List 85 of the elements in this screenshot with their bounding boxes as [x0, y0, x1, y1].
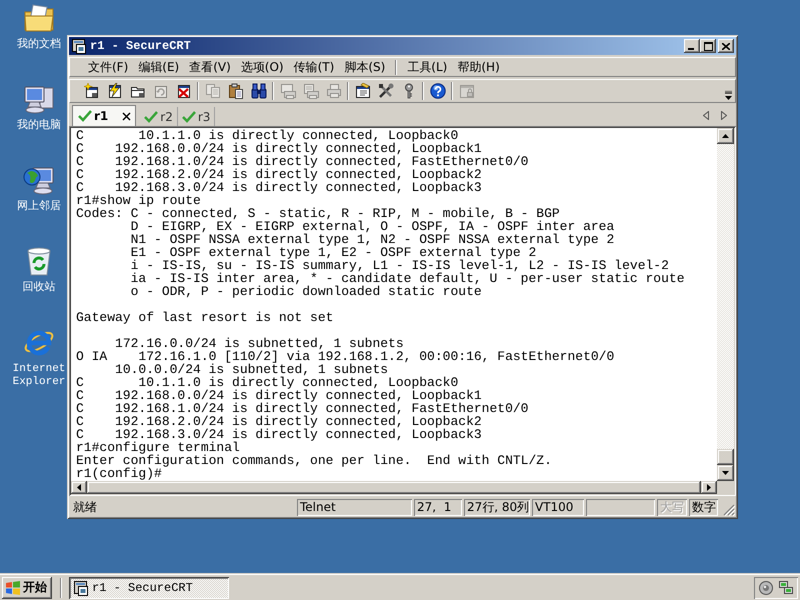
terminal-line: D - EIGRP, EX - EIGRP external, O - OSPF, IA - OSPF inter area: [130, 219, 614, 234]
close-icon: [722, 42, 730, 50]
tools-icon[interactable]: [378, 83, 394, 99]
binoculars-icon[interactable]: [250, 83, 266, 99]
terminal-line: Enter configuration commands, one per line. End with CNTL/Z.: [76, 453, 552, 468]
session-tab[interactable]: r3: [178, 107, 216, 126]
terminal-line: C 192.168.0.0/24 is directly connected, Loopback1: [76, 388, 482, 403]
menu-item[interactable]: 传输(T): [288, 59, 340, 75]
terminal-line: r1#configure terminal: [76, 440, 240, 455]
network-computers-icon[interactable]: [778, 580, 794, 596]
scroll-down-button[interactable]: [717, 465, 734, 481]
terminal-line: O IA 172.16.1.0 [110/2] via 192.168.1.2, 00:00:16, FastEthernet0/0: [76, 349, 614, 364]
left-arrow-icon[interactable]: [703, 111, 709, 120]
terminal-line: Codes: C - connected, S - static, R - RIP, M - mobile, B - BGP: [76, 206, 560, 221]
desktop-icon-label[interactable]: 回收站: [22, 282, 56, 295]
session-tab[interactable]: r2: [140, 107, 178, 126]
terminal-line: C 192.168.1.0/24 is directly connected, FastEthernet0/0: [76, 401, 528, 416]
speaker-icon[interactable]: [758, 580, 774, 596]
right-arrow-icon[interactable]: [721, 111, 727, 120]
scrollbar-thumb[interactable]: [717, 449, 734, 465]
menu-item[interactable]: 帮助(H): [452, 59, 505, 75]
start-button[interactable]: 开始: [2, 576, 52, 598]
status-panel: VT100: [532, 499, 584, 516]
terminal-line: C 192.168.2.0/24 is directly connected, Loopback2: [76, 414, 482, 429]
desktop-icon-label[interactable]: 我的电脑: [17, 120, 61, 133]
lightning-window-icon[interactable]: [106, 83, 122, 99]
terminal-line: E1 - OSPF external type 1, E2 - OSPF external type 2: [130, 245, 536, 260]
close-button[interactable]: [718, 39, 734, 53]
status-panel: [586, 499, 655, 516]
terminal-line: Gateway of last resort is not set: [76, 310, 334, 325]
terminal-line: 172.16.0.0/24 is subnetted, 1 subnets: [115, 336, 404, 351]
status-indicator: 数字: [689, 499, 718, 516]
terminal-line: C 192.168.0.0/24 is directly connected, Loopback1: [76, 141, 482, 156]
left-arrow-icon: [77, 484, 81, 491]
menu-item[interactable]: 工具(L): [402, 59, 452, 75]
desktop-icon-label[interactable]: 我的文档: [17, 39, 61, 52]
menu-item[interactable]: 编辑(E): [133, 59, 184, 75]
terminal-line: C 192.168.3.0/24 is directly connected, Loopback3: [76, 180, 482, 195]
resize-grip-icon[interactable]: [723, 504, 735, 516]
terminal-line: ia - IS-IS inter area, * - candidate default, U - per-user static route: [130, 271, 684, 286]
status-panel: 27, 1: [414, 499, 462, 516]
terminal-line: 10.0.0.0/24 is subnetted, 1 subnets: [115, 362, 388, 377]
terminal-line: C 10.1.1.0 is directly connected, Loopback0: [76, 375, 458, 390]
right-arrow-icon: [707, 484, 711, 491]
menu-item[interactable]: 文件(F): [83, 59, 134, 75]
desktop-icon-label[interactable]: Internet Explorer: [11, 363, 67, 389]
terminal-line: C 10.1.1.0 is directly connected, Loopback0: [76, 128, 458, 143]
terminal-line: C 192.168.3.0/24 is directly connected, Loopback3: [76, 427, 482, 442]
menu-item[interactable]: 查看(V): [184, 59, 236, 75]
desktop-icon-label[interactable]: 网上邻居: [17, 201, 61, 214]
paste-icon[interactable]: [228, 83, 244, 99]
app-window-icon[interactable]: [71, 38, 87, 54]
properties-icon[interactable]: [354, 83, 370, 99]
menu-item[interactable]: 选项(O): [236, 59, 289, 75]
up-arrow-icon: [722, 134, 729, 138]
terminal-line: i - IS-IS, su - IS-IS summary, L1 - IS-IS level-1, L2 - IS-IS level-2: [130, 258, 669, 273]
scroll-left-button[interactable]: [71, 481, 87, 494]
windows-flag-icon: [5, 580, 21, 596]
close-icon[interactable]: [122, 112, 132, 120]
terminal-line: N1 - OSPF NSSA external type 1, N2 - OSPF NSSA external type 2: [130, 232, 614, 247]
menu-item[interactable]: 脚本(S): [339, 59, 390, 75]
status-panel: 27行, 80列: [464, 499, 530, 516]
terminal-line: o - ODR, P - periodic downloaded static route: [130, 284, 482, 299]
scroll-up-button[interactable]: [717, 128, 734, 144]
window-cross-icon[interactable]: [176, 83, 192, 99]
taskbar-button[interactable]: r1 - SecureCRT: [69, 576, 229, 598]
scroll-right-button[interactable]: [701, 481, 717, 494]
down-arrow-icon: [722, 471, 729, 475]
window-title: r1 - SecureCRT: [90, 39, 192, 53]
terminal-line: C 192.168.2.0/24 is directly connected, Loopback2: [76, 167, 482, 182]
status-message: 就绪: [73, 499, 98, 516]
chevron-icon[interactable]: [725, 91, 732, 100]
help-icon[interactable]: [430, 83, 446, 99]
scrollbar-thumb[interactable]: [87, 481, 701, 494]
terminal-line: r1#show ip route: [76, 193, 201, 208]
folder-document-icon[interactable]: [23, 2, 55, 34]
status-panel: Telnet: [297, 499, 412, 516]
minimize-button[interactable]: [684, 39, 700, 53]
sparkle-window-icon[interactable]: [84, 83, 100, 99]
maximize-icon: [704, 42, 712, 50]
terminal-line: r1(config)#: [76, 466, 162, 481]
maximize-button[interactable]: [700, 39, 716, 53]
terminal-line: C 192.168.1.0/24 is directly connected, FastEthernet0/0: [76, 154, 528, 169]
app-window-icon: [73, 580, 89, 596]
session-tab[interactable]: r1: [72, 105, 136, 126]
